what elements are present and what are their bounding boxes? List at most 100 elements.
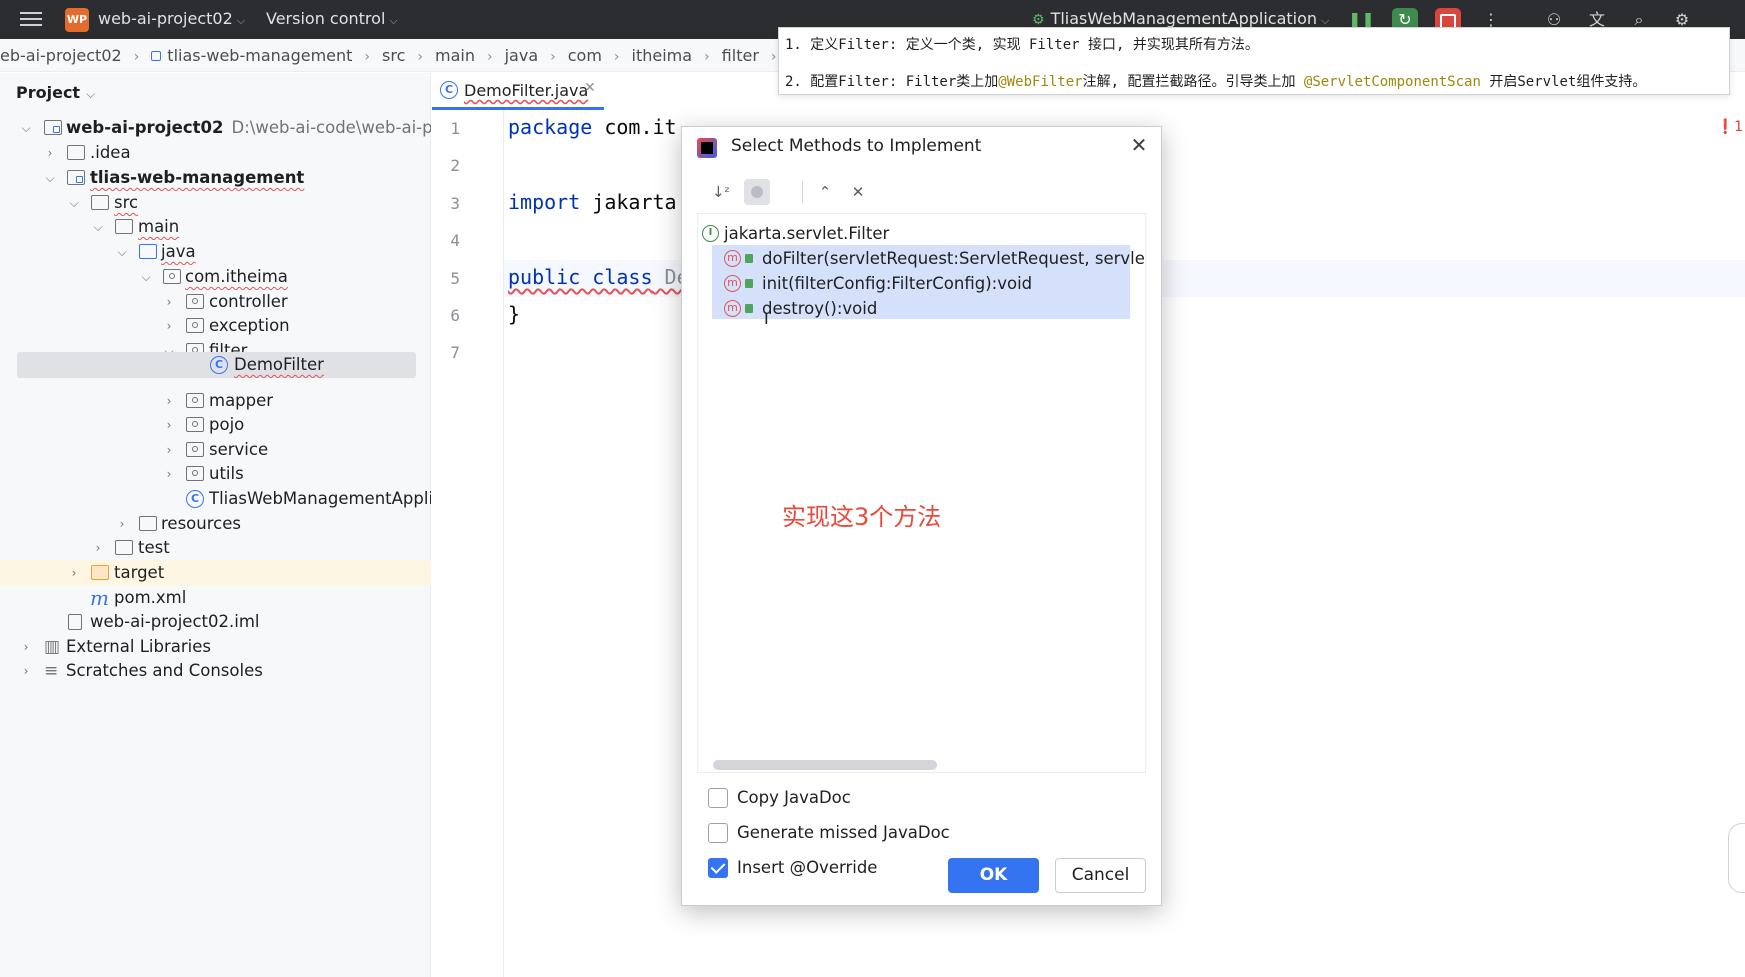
tree-item-controller[interactable]: › controller — [0, 289, 431, 315]
tree-item-demofilter[interactable]: C DemoFilter — [17, 352, 416, 378]
checkbox-box[interactable] — [708, 788, 728, 808]
chevron-right-icon[interactable]: › — [19, 634, 33, 660]
chevron-down-icon[interactable]: ⌵ — [67, 190, 81, 216]
close-icon[interactable]: ✕ — [584, 80, 596, 96]
code-line[interactable]: import jakarta. — [508, 190, 689, 214]
code-line[interactable]: package com.it — [508, 115, 677, 139]
tree-item-iml[interactable]: web-ai-project02.iml — [0, 609, 431, 635]
chevron-right-icon[interactable]: › — [162, 289, 176, 315]
tree-item-external-libraries[interactable]: › ▥ External Libraries — [0, 634, 431, 660]
tree-item-main[interactable]: ⌵ main — [0, 214, 431, 240]
chevron-down-icon: ⌵ — [86, 87, 96, 101]
tree-item-label: controller — [209, 292, 288, 311]
breadcrumb-item[interactable]: itheima — [632, 39, 693, 71]
collapse-all-icon[interactable]: ✕ — [845, 179, 871, 205]
chevron-down-icon: ⌵ — [236, 14, 246, 27]
tree-item-tlias-web-management[interactable]: ⌵ tlias-web-management — [0, 165, 431, 191]
chevron-right-icon[interactable]: › — [91, 535, 105, 561]
class-icon: C — [210, 356, 228, 374]
tree-item-service[interactable]: › service — [0, 437, 431, 463]
checkbox-box[interactable] — [708, 823, 728, 843]
project-name-dropdown[interactable]: web-ai-project02 ⌵ — [98, 9, 245, 28]
expand-all-icon[interactable]: ⌃ — [812, 179, 838, 205]
tab-demofilter-java[interactable]: C DemoFilter.java ✕ — [432, 73, 604, 110]
chevron-down-icon[interactable]: ⌵ — [91, 214, 105, 240]
chevron-down-icon: ⌵ — [389, 14, 398, 27]
chevron-right-icon[interactable]: › — [43, 140, 57, 166]
project-badge[interactable]: WP — [65, 8, 89, 32]
chevron-right-icon[interactable]: › — [162, 437, 176, 463]
tree-item-label: pom.xml — [114, 588, 187, 607]
version-control-dropdown[interactable]: Version control ⌵ — [266, 9, 398, 28]
methods-tree[interactable]: I jakarta.servlet.Filter m doFilter(serv… — [697, 213, 1146, 773]
tree-item-test[interactable]: › test — [0, 535, 431, 561]
checkbox-box[interactable] — [708, 858, 728, 878]
breadcrumb-item[interactable]: src — [382, 39, 405, 71]
breadcrumb-item[interactable]: com — [568, 39, 602, 71]
breadcrumb-item[interactable]: java — [505, 39, 539, 71]
tree-item-idea[interactable]: › .idea — [0, 140, 431, 166]
sort-alphabetically-icon[interactable]: ↓ᶻ — [708, 179, 734, 205]
line-number-gutter: 1 2 3 4 5 6 7 — [432, 110, 504, 977]
chevron-right-icon[interactable]: › — [162, 313, 176, 339]
tree-item-pojo[interactable]: › pojo — [0, 412, 431, 438]
tree-item-web-ai-project02[interactable]: ⌵ web-ai-project02 D:\web-ai-code\web-ai-… — [0, 115, 431, 141]
tree-item-target[interactable]: › target — [0, 560, 431, 586]
checkbox-label: Insert @Override — [737, 858, 878, 877]
chevron-down-icon[interactable]: ⌵ — [115, 239, 129, 265]
chevron-down-icon[interactable]: ⌵ — [139, 264, 153, 290]
cancel-button[interactable]: Cancel — [1055, 858, 1146, 893]
breadcrumb-item[interactable]: tlias-web-management — [151, 39, 352, 71]
line-number: 5 — [450, 269, 460, 288]
excluded-folder-icon — [91, 565, 109, 580]
chevron-right-icon[interactable]: › — [162, 461, 176, 487]
chevron-right-icon[interactable]: › — [67, 560, 81, 586]
module-icon — [151, 51, 162, 61]
ok-button[interactable]: OK — [948, 858, 1039, 893]
tree-item-src[interactable]: ⌵ src — [0, 190, 431, 216]
tree-item-pom[interactable]: m pom.xml — [0, 585, 431, 611]
tree-item-java[interactable]: ⌵ java — [0, 239, 431, 265]
maven-icon: m — [90, 586, 109, 610]
folder-icon — [67, 145, 85, 160]
method-item-dofilter[interactable]: m doFilter(servletRequest:ServletRequest… — [712, 246, 1145, 271]
tree-item-mapper[interactable]: › mapper — [0, 388, 431, 414]
tree-item-exception[interactable]: › exception — [0, 313, 431, 339]
code-line[interactable]: } — [508, 302, 520, 326]
chevron-right-icon[interactable]: › — [162, 388, 176, 414]
side-panel-handle[interactable] — [1728, 823, 1745, 893]
run-config-dropdown[interactable]: ⚙ TliasWebManagementApplication ⌵ — [1032, 9, 1329, 28]
chevron-right-icon[interactable]: › — [19, 658, 33, 684]
chevron-down-icon[interactable]: ⌵ — [43, 165, 57, 191]
chevron-right-icon: › — [613, 49, 620, 65]
breadcrumb-item[interactable]: eb-ai-project02 — [0, 39, 122, 71]
method-item-init[interactable]: m init(filterConfig:FilterConfig):void — [712, 271, 1132, 296]
chevron-right-icon[interactable]: › — [162, 412, 176, 438]
tree-item-utils[interactable]: › utils — [0, 461, 431, 487]
breadcrumb-item[interactable]: main — [435, 39, 475, 71]
project-panel-header[interactable]: Project ⌵ — [16, 83, 95, 102]
error-icon: ❗ — [1716, 119, 1735, 135]
close-icon[interactable]: ✕ — [1127, 133, 1151, 157]
show-classes-toggle-icon[interactable] — [744, 179, 770, 205]
tree-item-resources[interactable]: › resources — [0, 511, 431, 537]
code-line[interactable]: public class De — [508, 265, 689, 289]
chevron-right-icon[interactable]: › — [115, 511, 129, 537]
package-icon — [186, 442, 204, 457]
instruction-overlay: 1. 定义Filter: 定义一个类, 实现 Filter 接口, 并实现其所有… — [778, 27, 1730, 95]
tree-item-com-itheima[interactable]: ⌵ com.itheima — [0, 264, 431, 290]
public-visibility-icon — [745, 304, 753, 313]
chevron-down-icon[interactable]: ⌵ — [19, 115, 33, 141]
breadcrumb-item[interactable]: filter — [722, 39, 759, 71]
line-number: 4 — [450, 231, 460, 250]
hamburger-menu-icon[interactable] — [20, 9, 42, 29]
folder-icon — [115, 219, 133, 234]
folder-icon — [91, 195, 109, 210]
tree-item-scratches[interactable]: › ≡ Scratches and Consoles — [0, 658, 431, 684]
method-icon: m — [724, 250, 741, 267]
method-item-destroy[interactable]: m destroy():void — [712, 296, 1132, 321]
error-indicator[interactable]: ❗1 — [1717, 119, 1743, 135]
tree-item-label: main — [138, 217, 180, 236]
tree-item-application[interactable]: C TliasWebManagementApplica — [0, 486, 431, 512]
horizontal-scrollbar[interactable] — [713, 760, 937, 770]
